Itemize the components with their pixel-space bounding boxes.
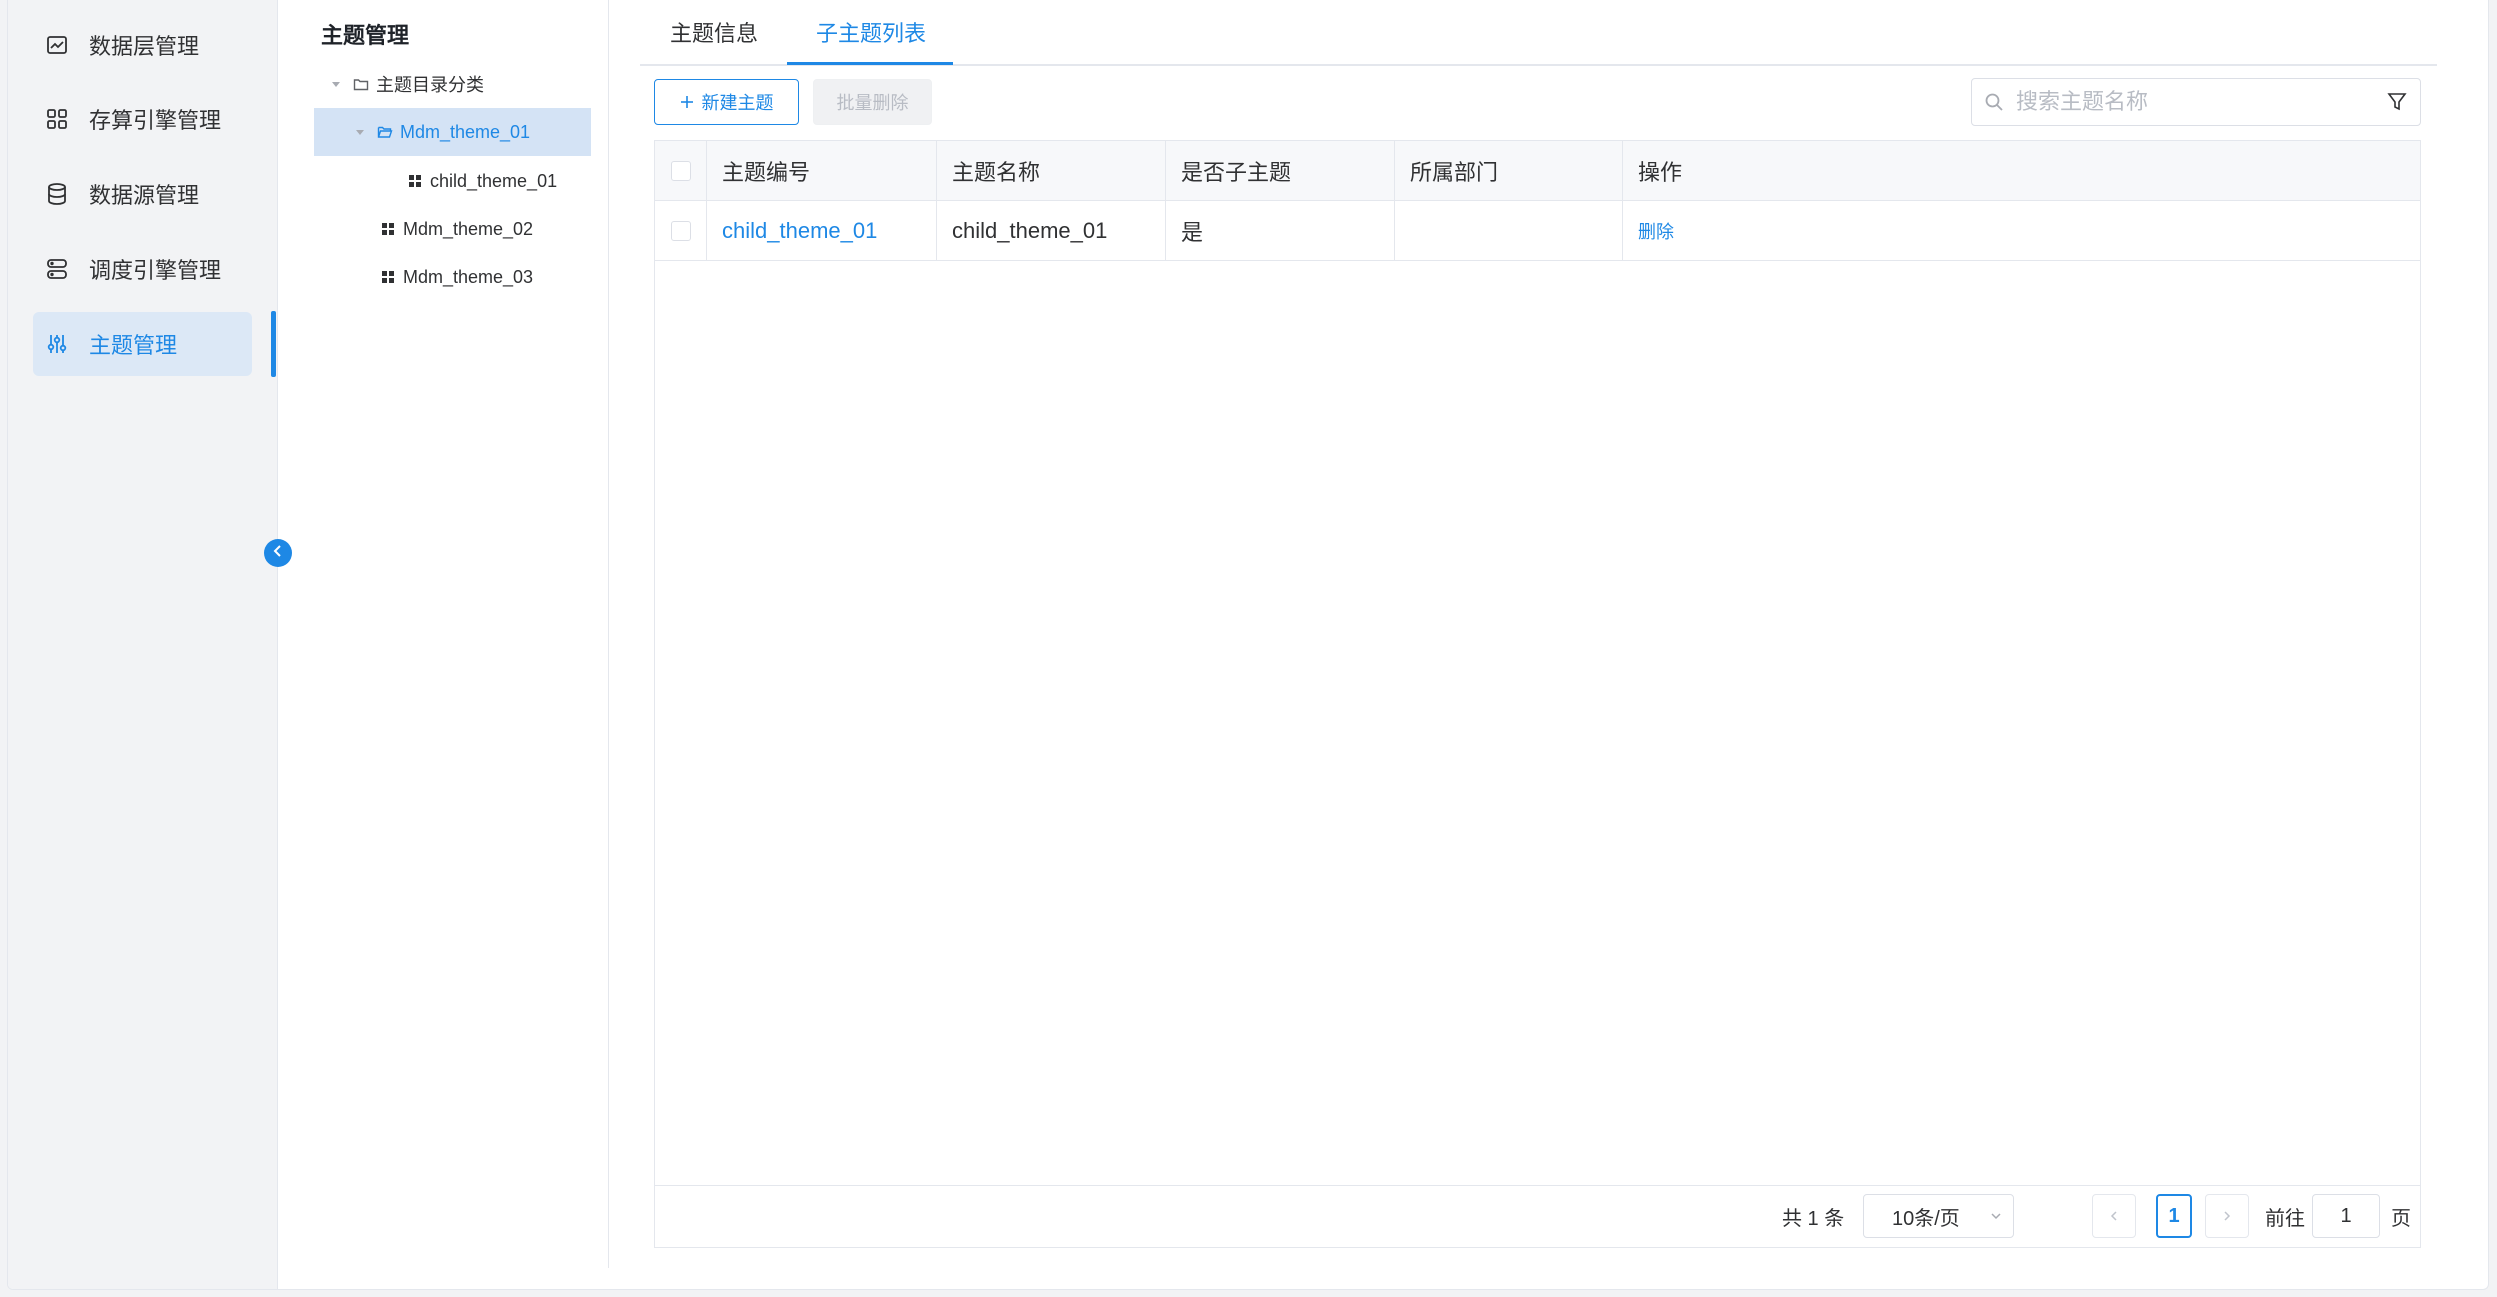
- caret-down-icon[interactable]: [350, 126, 370, 138]
- tab-sub-theme-list[interactable]: 子主题列表: [816, 0, 926, 64]
- nav-item-data-layer[interactable]: 数据层管理: [33, 13, 252, 77]
- nav-item-data-source[interactable]: 数据源管理: [33, 162, 252, 226]
- collapse-sidebar-button[interactable]: [264, 539, 292, 567]
- folder-icon: [352, 76, 370, 92]
- delete-link[interactable]: 删除: [1638, 218, 1674, 244]
- tree-node-mdm-theme-01[interactable]: Mdm_theme_01: [314, 108, 591, 156]
- total-count: 共 1 条: [1782, 1207, 1845, 1230]
- sliders-icon: [43, 330, 71, 358]
- side-nav: 数据层管理 存算引擎管理 数据源管理 调度引擎管理 主题管理: [8, 0, 278, 1289]
- search-icon: [1984, 92, 2004, 112]
- pagination: 共 1 条 10条/页 1 前往 1 页: [655, 1185, 2420, 1247]
- select-all-checkbox[interactable]: [670, 160, 691, 181]
- nav-item-label: 数据层管理: [89, 34, 200, 59]
- cell-is-child: 是: [1166, 201, 1395, 260]
- nav-item-compute-engine[interactable]: 存算引擎管理: [33, 87, 252, 151]
- search-input[interactable]: [2016, 89, 2386, 115]
- main-content: 主题信息 子主题列表 新建主题 批量删除 搜索主题名称 主题编号 主题名称 是否…: [610, 0, 2488, 1289]
- filter-icon[interactable]: [2386, 91, 2408, 113]
- image-icon: [43, 31, 71, 59]
- caret-down-icon[interactable]: [326, 78, 346, 90]
- tree-node-label: Mdm_theme_01: [400, 121, 531, 142]
- column-header-is-child: 是否子主题: [1166, 141, 1395, 200]
- theme-code-link[interactable]: child_theme_01: [722, 218, 877, 244]
- nav-item-label: 调度引擎管理: [89, 258, 222, 283]
- tree-title: 主题管理: [321, 23, 410, 48]
- grid-icon: [406, 174, 424, 188]
- chevron-down-icon: [1989, 1209, 2003, 1223]
- nav-item-theme[interactable]: 主题管理: [33, 312, 252, 376]
- cell-code: child_theme_01: [707, 201, 937, 260]
- nav-item-label: 主题管理: [89, 333, 178, 358]
- tree-node-mdm-theme-02[interactable]: Mdm_theme_02: [379, 205, 589, 253]
- cell-actions: 删除: [1623, 201, 2422, 260]
- prev-page-button[interactable]: [2092, 1194, 2136, 1238]
- page-number-current[interactable]: 1: [2156, 1194, 2192, 1238]
- tree-node-label: child_theme_01: [430, 170, 558, 191]
- tree-node-child-theme-01[interactable]: child_theme_01: [406, 157, 606, 205]
- database-icon: [43, 180, 71, 208]
- tree-node-root[interactable]: 主题目录分类: [326, 60, 596, 108]
- page-size-select[interactable]: 10条/页: [1863, 1194, 2014, 1238]
- tree-node-label: 主题目录分类: [376, 75, 484, 95]
- tree-node-label: Mdm_theme_02: [403, 218, 534, 239]
- theme-tree-panel: 主题管理 主题目录分类 Mdm_theme_01 child_theme_01: [278, 0, 609, 1268]
- nav-item-label: 存算引擎管理: [89, 108, 222, 133]
- folder-open-icon: [376, 124, 394, 140]
- cell-department: [1395, 201, 1623, 260]
- tab-bar: 主题信息 子主题列表: [640, 0, 2437, 66]
- goto-page-input[interactable]: [2316, 1204, 2376, 1228]
- page-suffix: 页: [2391, 1207, 2411, 1230]
- sub-theme-table: 主题编号 主题名称 是否子主题 所属部门 操作 child_theme_01 c…: [654, 140, 2421, 1248]
- new-theme-label: 新建主题: [701, 93, 774, 113]
- page-size-value: 10条/页: [1892, 1207, 1960, 1230]
- server-icon: [43, 255, 71, 283]
- grid-icon: [379, 222, 397, 236]
- next-page-button[interactable]: [2205, 1194, 2249, 1238]
- column-header-department: 所属部门: [1395, 141, 1623, 200]
- active-indicator: [271, 311, 276, 377]
- column-header-code: 主题编号: [707, 141, 937, 200]
- row-checkbox[interactable]: [670, 220, 691, 241]
- table-header: 主题编号 主题名称 是否子主题 所属部门 操作: [655, 141, 2420, 201]
- tab-theme-info[interactable]: 主题信息: [670, 0, 758, 64]
- chevron-left-icon: [2108, 1210, 2120, 1222]
- chevron-right-icon: [2221, 1210, 2233, 1222]
- batch-delete-button[interactable]: 批量删除: [813, 79, 932, 125]
- grid-icon: [43, 105, 71, 133]
- goto-label: 前往: [2265, 1207, 2305, 1230]
- chevron-left-icon: [271, 544, 285, 563]
- new-theme-button[interactable]: 新建主题: [654, 79, 799, 125]
- grid-icon: [379, 270, 397, 284]
- nav-item-label: 数据源管理: [89, 183, 200, 208]
- app-window: 数据层管理 存算引擎管理 数据源管理 调度引擎管理 主题管理 主题管理 主题目录…: [7, 0, 2489, 1290]
- column-header-actions: 操作: [1638, 159, 1683, 185]
- table-row: child_theme_01 child_theme_01 是 删除: [655, 201, 2420, 261]
- goto-page-field: [2312, 1194, 2380, 1238]
- active-tab-underline: [787, 62, 953, 65]
- tree-node-label: Mdm_theme_03: [403, 266, 534, 287]
- search-box: [1971, 78, 2421, 126]
- tree-node-mdm-theme-03[interactable]: Mdm_theme_03: [379, 253, 589, 301]
- column-header-name: 主题名称: [937, 141, 1166, 200]
- nav-item-schedule-engine[interactable]: 调度引擎管理: [33, 237, 252, 301]
- row-select-cell: [655, 201, 707, 260]
- select-all-cell: [655, 141, 707, 200]
- cell-name: child_theme_01: [937, 201, 1166, 260]
- plus-icon: [680, 95, 694, 109]
